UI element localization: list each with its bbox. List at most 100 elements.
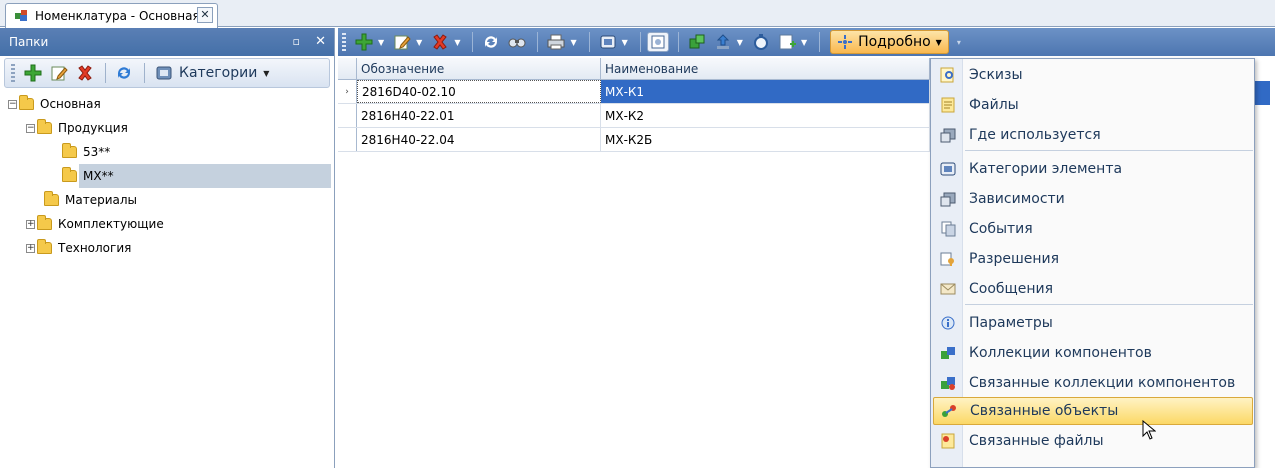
edit-folder-button[interactable] bbox=[47, 62, 71, 84]
delete-folder-button[interactable] bbox=[73, 62, 97, 84]
details-button[interactable]: Подробно ▼ bbox=[830, 30, 949, 54]
cell-name[interactable]: МХ-К2 bbox=[601, 104, 930, 127]
chevron-down-icon[interactable]: ▼ bbox=[622, 38, 628, 47]
menu-item-permissions[interactable]: Разрешения bbox=[933, 245, 1253, 273]
cell-code[interactable]: 2816H40-22.01 bbox=[357, 104, 601, 127]
categories-button[interactable] bbox=[596, 31, 620, 53]
column-header-name[interactable]: Наименование bbox=[601, 58, 930, 79]
add-button[interactable] bbox=[352, 31, 376, 53]
expand-icon[interactable]: + bbox=[26, 219, 35, 229]
chevron-down-icon[interactable]: ▼ bbox=[570, 38, 576, 47]
cell-name[interactable]: МХ-К2Б bbox=[601, 128, 930, 151]
menu-item-component-collections[interactable]: Коллекции компонентов bbox=[933, 339, 1253, 367]
tree-item-mx[interactable]: МХ** bbox=[4, 164, 331, 188]
tree-item-label: Комплектующие bbox=[58, 217, 164, 231]
chevron-down-icon[interactable]: ▼ bbox=[801, 38, 807, 47]
tab-nomenclature[interactable]: Номенклатура - Основная ✕ bbox=[5, 3, 218, 28]
refresh-icon bbox=[485, 36, 498, 48]
folder-icon bbox=[37, 119, 52, 134]
cell-name[interactable]: МХ-К1 bbox=[601, 80, 930, 103]
chevron-down-icon[interactable]: ▼ bbox=[416, 38, 422, 47]
menu-item-events[interactable]: События bbox=[933, 215, 1253, 243]
folder-icon bbox=[62, 167, 77, 182]
tree-item-components[interactable]: + Комплектующие bbox=[4, 212, 331, 236]
cell-code[interactable]: 2816D40-02.10 bbox=[357, 80, 601, 103]
dependencies-icon bbox=[933, 191, 963, 207]
tree-item-materials[interactable]: Материалы bbox=[4, 188, 331, 212]
categories-label: Категории bbox=[179, 65, 258, 81]
collapse-icon[interactable]: − bbox=[8, 99, 17, 109]
refresh-button[interactable] bbox=[112, 62, 136, 84]
menu-item-label: Коллекции компонентов bbox=[969, 345, 1152, 361]
cycle-button[interactable] bbox=[749, 31, 773, 53]
tree-item-label: Технология bbox=[58, 241, 132, 255]
table-row[interactable]: 2816H40-22.04 МХ-К2Б bbox=[338, 128, 930, 152]
toolbar-grip[interactable] bbox=[342, 33, 346, 51]
menu-item-label: Параметры bbox=[969, 315, 1053, 331]
menu-item-sketches[interactable]: Эскизы bbox=[933, 61, 1253, 89]
cell-code[interactable]: 2816H40-22.04 bbox=[357, 128, 601, 151]
edit-icon bbox=[394, 35, 411, 50]
menu-item-dependencies[interactable]: Зависимости bbox=[933, 185, 1253, 213]
collapse-icon[interactable]: − bbox=[26, 123, 35, 133]
tree-item-label: МХ** bbox=[83, 169, 114, 183]
edit-icon bbox=[51, 66, 68, 81]
details-dropdown-menu: Эскизы Файлы Где используется Категории … bbox=[930, 58, 1255, 468]
categories-icon bbox=[156, 66, 172, 80]
menu-item-linked-objects[interactable]: Связанные объекты bbox=[933, 397, 1253, 425]
toolbar-overflow-icon[interactable]: ▾ bbox=[957, 38, 961, 47]
toolbar-grip[interactable] bbox=[11, 64, 15, 82]
tree-item-products[interactable]: − Продукция bbox=[4, 116, 331, 140]
menu-item-element-categories[interactable]: Категории элемента bbox=[933, 155, 1253, 183]
chevron-down-icon: ▼ bbox=[263, 68, 270, 78]
table-row[interactable]: 2816H40-22.01 МХ-К2 bbox=[338, 104, 930, 128]
tab-title: Номенклатура - Основная bbox=[35, 9, 200, 23]
add-document-button[interactable] bbox=[775, 31, 799, 53]
add-folder-button[interactable] bbox=[21, 62, 45, 84]
tree-item-technology[interactable]: + Технология bbox=[4, 236, 331, 260]
toolbar-separator bbox=[588, 32, 590, 52]
menu-item-where-used[interactable]: Где используется bbox=[933, 121, 1253, 149]
categories-button[interactable]: Категории ▼ bbox=[155, 64, 275, 82]
chevron-down-icon[interactable]: ▼ bbox=[737, 38, 743, 47]
menu-item-linked-component-collections[interactable]: Связанные коллекции компонентов bbox=[933, 369, 1253, 397]
table-row[interactable]: › 2816D40-02.10 МХ-К1 bbox=[338, 80, 930, 104]
menu-separator bbox=[965, 150, 1253, 151]
window-button[interactable] bbox=[646, 32, 669, 52]
menu-item-label: Связанные файлы bbox=[969, 433, 1104, 449]
find-button[interactable] bbox=[505, 31, 529, 53]
details-icon bbox=[838, 35, 853, 49]
menu-separator bbox=[965, 304, 1253, 305]
menu-item-messages[interactable]: Сообщения bbox=[933, 275, 1253, 303]
components-button[interactable] bbox=[685, 31, 709, 53]
close-icon[interactable]: ✕ bbox=[315, 34, 326, 49]
document-tab-strip: Номенклатура - Основная ✕ bbox=[0, 0, 1275, 28]
export-button[interactable] bbox=[711, 31, 735, 53]
refresh-button[interactable] bbox=[479, 31, 503, 53]
menu-item-parameters[interactable]: Параметры bbox=[933, 309, 1253, 337]
toolbar-separator bbox=[105, 63, 106, 83]
pin-icon[interactable]: ▫ bbox=[293, 35, 300, 48]
nomenclature-icon bbox=[14, 8, 30, 25]
menu-item-label: Эскизы bbox=[969, 67, 1023, 83]
delete-button[interactable] bbox=[428, 31, 452, 53]
chevron-down-icon[interactable]: ▼ bbox=[378, 38, 384, 47]
tree-item-root[interactable]: − Основная bbox=[4, 92, 331, 116]
folder-icon bbox=[44, 191, 59, 206]
folder-icon bbox=[37, 215, 52, 230]
close-tab-icon[interactable]: ✕ bbox=[197, 7, 213, 23]
menu-item-files[interactable]: Файлы bbox=[933, 91, 1253, 119]
toolbar-separator bbox=[819, 32, 821, 52]
chevron-down-icon[interactable]: ▼ bbox=[454, 38, 460, 47]
column-header-code[interactable]: Обозначение bbox=[357, 58, 601, 79]
tree-item-53[interactable]: 53** bbox=[4, 140, 331, 164]
menu-item-label: Связанные коллекции компонентов bbox=[969, 375, 1236, 391]
print-button[interactable] bbox=[544, 31, 568, 53]
add-icon bbox=[355, 33, 373, 51]
tree-item-label: Продукция bbox=[58, 121, 128, 135]
edit-button[interactable] bbox=[390, 31, 414, 53]
menu-item-linked-files[interactable]: Связанные файлы bbox=[933, 427, 1253, 455]
toolbar-separator bbox=[677, 32, 679, 52]
expand-icon[interactable]: + bbox=[26, 243, 35, 253]
folder-tree: − Основная − Продукция 53** МХ** Материа… bbox=[4, 92, 331, 260]
